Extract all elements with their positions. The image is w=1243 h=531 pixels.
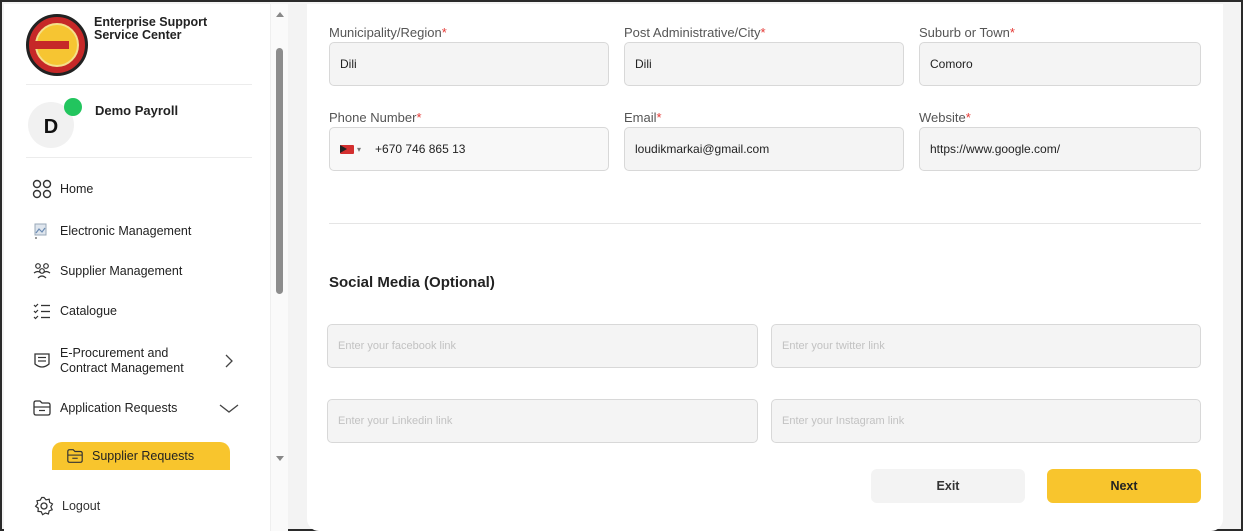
municipality-label: Municipality/Region* — [329, 25, 447, 40]
sidebar-item-electronic-management[interactable]: Electronic Management — [30, 217, 191, 245]
folder-icon — [67, 449, 83, 463]
sidebar-item-supplier-management[interactable]: Supplier Management — [30, 257, 182, 285]
logout-label: Logout — [62, 499, 101, 513]
email-label: Email* — [624, 110, 662, 125]
sidebar-item-label: Catalogue — [60, 304, 117, 318]
gear-icon — [34, 496, 54, 516]
sidebar-divider — [26, 157, 252, 158]
supplier-form-panel: Municipality/Region* Post Administrative… — [307, 4, 1223, 531]
sidebar-item-label: Supplier Requests — [92, 449, 195, 463]
scroll-up-arrow-icon[interactable] — [276, 12, 284, 17]
sidebar-scrollbar[interactable] — [270, 4, 288, 531]
chevron-down-icon[interactable] — [218, 401, 240, 415]
phone-value: +670 746 865 13 — [375, 142, 466, 156]
sidebar-item-label: Electronic Management — [60, 224, 192, 238]
document-list-icon — [30, 351, 54, 371]
scrollbar-thumb[interactable] — [276, 48, 283, 294]
section-divider — [329, 223, 1201, 224]
phone-label: Phone Number* — [329, 110, 422, 125]
post-admin-label: Post Administrative/City* — [624, 25, 766, 40]
facebook-link-input[interactable]: Enter your facebook link — [327, 324, 758, 368]
twitter-link-input[interactable]: Enter your twitter link — [771, 324, 1201, 368]
website-label: Website* — [919, 110, 971, 125]
sidebar-item-catalogue[interactable]: Catalogue — [30, 297, 117, 325]
broken-image-icon — [30, 221, 54, 241]
sidebar-item-label: Home — [60, 182, 94, 196]
brand: Enterprise Support Service Center — [26, 14, 256, 80]
sidebar-divider — [26, 84, 252, 85]
folder-icon — [30, 398, 54, 418]
country-dropdown-caret-icon[interactable]: ▾ — [357, 145, 361, 154]
sidebar-item-application-requests[interactable]: Application Requests — [30, 394, 177, 422]
post-admin-field[interactable]: Dili — [624, 42, 904, 86]
instagram-link-input[interactable]: Enter your Instagram link — [771, 399, 1201, 443]
checklist-icon — [30, 301, 54, 321]
website-field[interactable]: https://www.google.com/ — [919, 127, 1201, 171]
sidebar-item-label: Supplier Management — [60, 264, 183, 278]
phone-field[interactable]: ▾ +670 746 865 13 — [329, 127, 609, 171]
email-field[interactable]: loudikmarkai@gmail.com — [624, 127, 904, 171]
brand-logo — [26, 14, 88, 76]
linkedin-link-input[interactable]: Enter your Linkedin link — [327, 399, 758, 443]
sidebar-item-home[interactable]: Home — [30, 175, 93, 203]
app-window: Enterprise Support Service Center D Demo… — [0, 0, 1243, 531]
sidebar-item-label: E-Procurement and Contract Management — [60, 346, 184, 375]
next-button[interactable]: Next — [1047, 469, 1201, 503]
logout-button[interactable]: Logout — [34, 496, 100, 516]
user-name: Demo Payroll — [95, 103, 179, 118]
brand-name: Enterprise Support Service Center — [94, 15, 208, 42]
municipality-field[interactable]: Dili — [329, 42, 609, 86]
suburb-field[interactable]: Comoro — [919, 42, 1201, 86]
exit-button[interactable]: Exit — [871, 469, 1025, 503]
scroll-down-arrow-icon[interactable] — [276, 456, 284, 461]
chevron-right-icon[interactable] — [222, 354, 236, 368]
sidebar-item-e-procurement[interactable]: E-Procurement and Contract Management — [30, 343, 190, 379]
suburb-label: Suburb or Town* — [919, 25, 1015, 40]
timor-leste-flag-icon[interactable] — [340, 144, 354, 154]
sidebar: Enterprise Support Service Center D Demo… — [4, 4, 270, 531]
grid-icon — [30, 179, 54, 199]
users-group-icon — [30, 261, 54, 281]
online-status-dot — [64, 98, 82, 116]
sidebar-item-label: Application Requests — [60, 401, 178, 415]
social-media-title: Social Media (Optional) — [329, 274, 495, 291]
sidebar-item-supplier-requests[interactable]: Supplier Requests — [52, 442, 230, 470]
